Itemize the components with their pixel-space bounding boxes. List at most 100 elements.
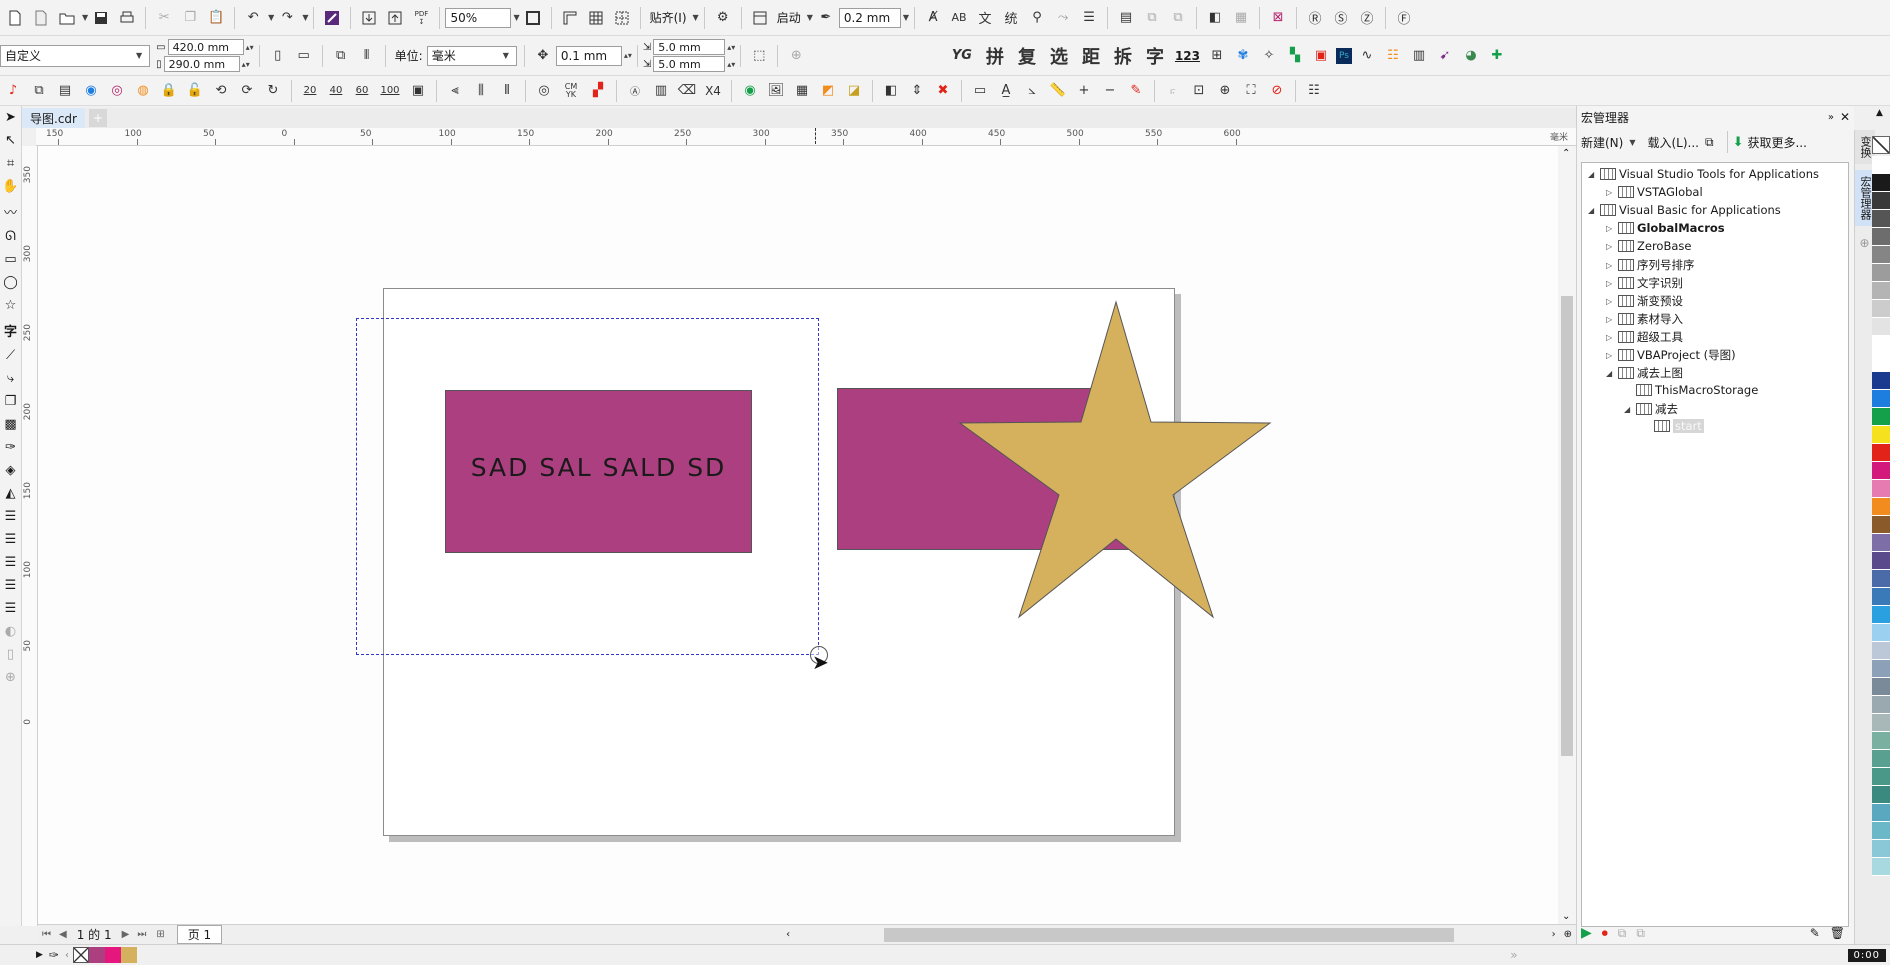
palette-swatch[interactable] xyxy=(1872,768,1890,786)
new-macro-button[interactable]: 新建(N) xyxy=(1581,134,1623,151)
tree-item[interactable]: ▷ 超级工具 xyxy=(1606,329,1683,345)
cut-icon[interactable]: ✂ xyxy=(153,7,175,29)
chevron-down-icon[interactable]: ▼ xyxy=(302,13,308,22)
palette-swatch[interactable] xyxy=(1872,246,1890,264)
outline-pen-icon[interactable]: ✒ xyxy=(815,7,837,29)
rotate-left-icon[interactable]: ⟲ xyxy=(210,80,232,102)
align-text-justify-icon[interactable]: ☰ xyxy=(5,578,17,593)
tree-collapsed-icon[interactable]: ▷ xyxy=(1606,261,1618,270)
crosshair-icon[interactable]: ⊕ xyxy=(1214,80,1236,102)
eyedropper-status-icon[interactable]: ✑ xyxy=(49,948,59,962)
palette-swatch[interactable] xyxy=(1872,804,1890,822)
circle-char-icon[interactable]: Ⓩ xyxy=(1356,7,1378,29)
tree-item[interactable]: ▷ VSTAGlobal xyxy=(1606,185,1703,199)
load-macro-button[interactable]: 载入(L)... xyxy=(1648,134,1700,151)
refresh-icon[interactable]: ↻ xyxy=(262,80,284,102)
palette-swatch[interactable] xyxy=(1872,606,1890,624)
pen-erase-icon[interactable]: ✎ xyxy=(1125,80,1147,102)
spinner-icon[interactable]: ▴▾ xyxy=(624,51,632,60)
align-icon[interactable]: ☰ xyxy=(1078,7,1100,29)
align-text-right-icon[interactable]: ☰ xyxy=(5,532,17,547)
full-screen-preview-icon[interactable] xyxy=(522,7,544,29)
palette-swatch[interactable] xyxy=(1872,210,1890,228)
palette-swatch[interactable] xyxy=(1872,228,1890,246)
macro-options-icon[interactable]: ⧉ xyxy=(1705,135,1714,150)
spinner-icon[interactable]: ▴▾ xyxy=(727,60,735,69)
smart-fill-icon[interactable]: ◭ xyxy=(6,486,16,501)
show-rulers-icon[interactable] xyxy=(559,7,581,29)
import-icon[interactable] xyxy=(358,7,380,29)
photoshop-icon[interactable]: Ps xyxy=(1336,47,1352,64)
status-more-icon[interactable]: » xyxy=(1510,948,1517,962)
palette-swatch[interactable] xyxy=(1872,642,1890,660)
chevron-down-icon[interactable]: ▼ xyxy=(82,13,88,22)
delete-macro-icon[interactable]: 🗑 xyxy=(1830,926,1845,940)
tree-expanded-icon[interactable]: ◢ xyxy=(1606,369,1618,378)
horizontal-scroll-thumb[interactable] xyxy=(884,927,1455,942)
get-more-button[interactable]: 获取更多... xyxy=(1747,134,1806,151)
yg-tool-button[interactable]: YG xyxy=(952,48,972,63)
palette-swatch[interactable] xyxy=(1872,696,1890,714)
portrait-icon[interactable]: ▯ xyxy=(267,45,289,67)
green-badge-icon[interactable]: ◉ xyxy=(739,80,761,102)
palette-swatch[interactable] xyxy=(1872,444,1890,462)
spinner-icon[interactable]: ▴▾ xyxy=(246,43,254,52)
pan-tool-icon[interactable]: ✋ xyxy=(2,179,18,194)
tree-item[interactable]: start xyxy=(1642,419,1704,433)
eyedropper-icon[interactable]: ✑ xyxy=(5,440,16,455)
xuan-tool-button[interactable]: 选 xyxy=(1050,43,1068,69)
tree-item[interactable]: ◢ Visual Studio Tools for Applications xyxy=(1588,167,1819,181)
tree-item[interactable]: ▷ ZeroBase xyxy=(1606,239,1691,253)
scroll-up-icon[interactable]: ⌃ xyxy=(1562,148,1570,159)
chevron-down-icon[interactable]: ▼ xyxy=(513,13,519,22)
toggle-icon[interactable]: ◐ xyxy=(5,624,16,639)
chevron-down-icon[interactable]: ▼ xyxy=(903,13,909,22)
chevron-down-icon[interactable]: ▼ xyxy=(807,13,813,22)
application-launcher-icon[interactable] xyxy=(749,7,771,29)
palette-swatch[interactable] xyxy=(1872,534,1890,552)
settings-sliders-icon[interactable]: ☷ xyxy=(1303,80,1325,102)
circle-color-icon[interactable]: Ⓢ xyxy=(1330,7,1352,29)
chevron-down-icon[interactable]: ▼ xyxy=(1629,138,1635,147)
new-from-template-icon[interactable] xyxy=(30,7,52,29)
remove-icon[interactable]: ⊘ xyxy=(1266,80,1288,102)
chevron-down-icon[interactable]: ▼ xyxy=(693,13,699,22)
number-tool-button[interactable]: 123 xyxy=(1175,49,1200,63)
add-icon[interactable]: ⊕ xyxy=(785,45,807,67)
duplicate-y-field[interactable]: 5.0 mm xyxy=(653,56,726,72)
palette-swatch[interactable] xyxy=(1872,318,1890,336)
tree-item[interactable]: ▷ VBAProject (导图) xyxy=(1606,347,1736,363)
tree-collapsed-icon[interactable]: ▷ xyxy=(1606,188,1618,197)
palette-swatch[interactable] xyxy=(1872,660,1890,678)
blue-flower-icon[interactable]: ✾ xyxy=(1232,45,1254,67)
snap-to-dropdown[interactable]: 贴齐(I) xyxy=(650,9,687,26)
open-folder-icon[interactable] xyxy=(56,7,78,29)
corel-connect-icon[interactable] xyxy=(321,7,343,29)
record-macro-icon[interactable]: ⏺ xyxy=(1602,926,1608,941)
prev-page-icon[interactable]: ◀ xyxy=(59,929,67,940)
align-text-center-icon[interactable]: ☰ xyxy=(5,555,17,570)
document-color-2[interactable] xyxy=(104,947,121,963)
palette-swatch[interactable] xyxy=(1872,174,1890,192)
gallery-icon[interactable]: ⧉ xyxy=(28,80,50,102)
run-macro-icon[interactable]: ▶ xyxy=(1581,925,1592,941)
connector-tool-icon[interactable]: ⤷ xyxy=(7,371,14,386)
edit-macro-icon[interactable]: ✎ xyxy=(1810,926,1820,940)
palette-swatch[interactable] xyxy=(1872,570,1890,588)
dimension-icon[interactable]: ⦣ xyxy=(1021,80,1043,102)
document-tab[interactable]: 导图.cdr xyxy=(22,108,85,128)
spinner-icon[interactable]: ▴▾ xyxy=(727,43,735,52)
arrow-tool-icon[interactable]: ➹ xyxy=(1434,45,1456,67)
options-gear-icon[interactable]: ⚙ xyxy=(712,7,734,29)
size-20-button[interactable]: 20 xyxy=(299,80,321,102)
tree-item[interactable]: ▷ GlobalMacros xyxy=(1606,221,1725,235)
distribute-icon[interactable]: ⫴ xyxy=(496,80,518,102)
puzzle-icon[interactable]: ✚ xyxy=(1486,45,1508,67)
palette-swatch[interactable] xyxy=(1872,336,1890,354)
orange-circle-icon[interactable]: ◍ xyxy=(132,80,154,102)
rectangle-tool-icon[interactable]: ▭ xyxy=(4,252,16,267)
polygon-tool-icon[interactable]: ☆ xyxy=(5,298,17,313)
launch-dropdown[interactable]: 启动 xyxy=(777,9,801,26)
tree-item[interactable]: ◢ Visual Basic for Applications xyxy=(1588,203,1781,217)
palette-swatch[interactable] xyxy=(1872,390,1890,408)
